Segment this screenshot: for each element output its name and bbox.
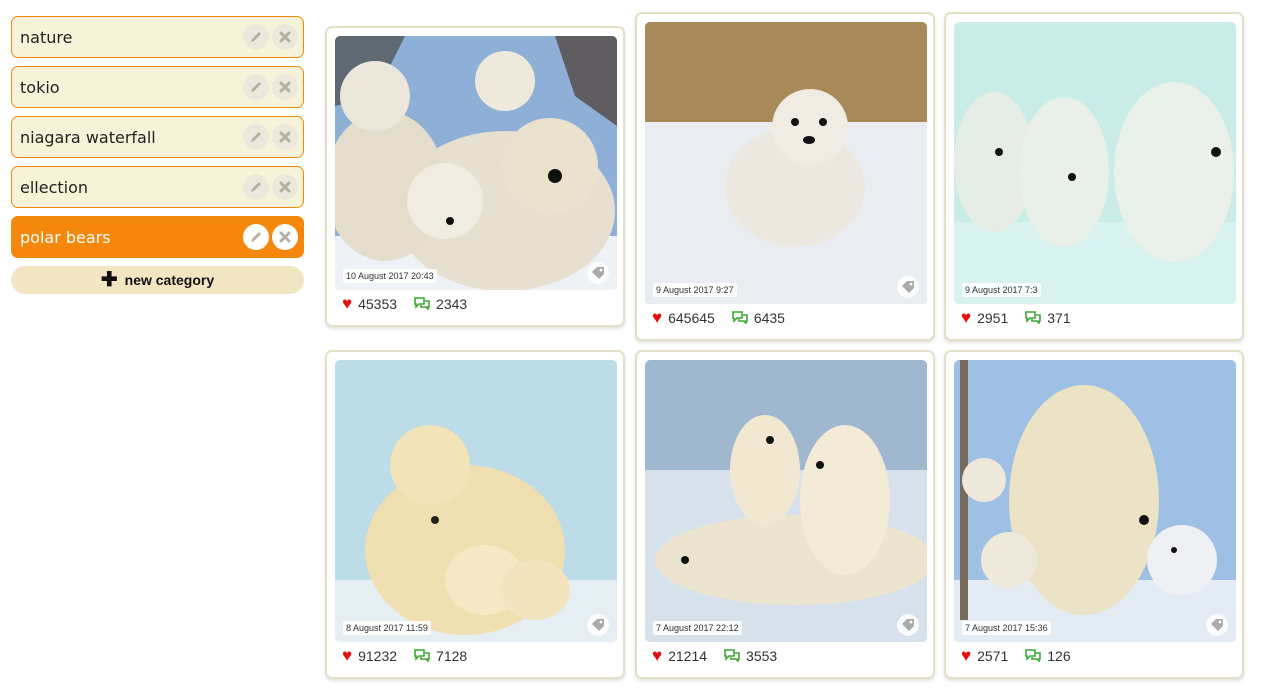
heart-icon[interactable]: ♥ xyxy=(652,646,662,666)
photo-image[interactable]: 10 August 2017 20:43 xyxy=(335,36,617,290)
heart-icon[interactable]: ♥ xyxy=(342,646,352,666)
pencil-icon[interactable] xyxy=(243,24,269,50)
pencil-icon[interactable] xyxy=(243,174,269,200)
photo-image[interactable]: 7 August 2017 22:12 xyxy=(645,360,927,642)
pencil-icon[interactable] xyxy=(243,124,269,150)
comment-count: 2343 xyxy=(436,296,468,312)
category-item-nature[interactable]: nature xyxy=(11,16,304,58)
post-date: 9 August 2017 7:3 xyxy=(962,283,1041,297)
post-date: 9 August 2017 9:27 xyxy=(653,283,737,297)
pencil-icon[interactable] xyxy=(243,224,269,250)
comments-icon[interactable] xyxy=(413,648,431,665)
post-stats: ♥ 2571 126 xyxy=(961,646,1071,666)
post-date: 10 August 2017 20:43 xyxy=(343,269,437,283)
like-count: 91232 xyxy=(358,648,398,664)
category-label: polar bears xyxy=(20,227,111,247)
photo-image[interactable]: 8 August 2017 11:59 xyxy=(335,360,617,642)
comments-icon[interactable] xyxy=(413,296,431,313)
post-stats: ♥ 2951 371 xyxy=(961,308,1071,328)
comment-count: 126 xyxy=(1047,648,1071,664)
category-item-niagara-waterfall[interactable]: niagara waterfall xyxy=(11,116,304,158)
comment-count: 6435 xyxy=(753,310,785,326)
close-icon[interactable] xyxy=(272,174,298,200)
plus-icon: ✚ xyxy=(100,269,118,291)
close-icon[interactable] xyxy=(272,74,298,100)
heart-icon[interactable]: ♥ xyxy=(961,308,971,328)
post-stats: ♥ 91232 7128 xyxy=(342,646,467,666)
photo-image[interactable]: 7 August 2017 15:36 xyxy=(954,360,1236,642)
new-category-label: new category xyxy=(124,272,215,288)
photo-card[interactable]: 8 August 2017 11:59 ♥ 91232 7128 xyxy=(325,350,625,679)
post-stats: ♥ 21214 3553 xyxy=(652,646,777,666)
category-label: niagara waterfall xyxy=(20,127,156,147)
like-count: 21214 xyxy=(668,648,708,664)
photo-card[interactable]: 7 August 2017 22:12 ♥ 21214 3553 xyxy=(635,350,935,679)
photo-card[interactable]: 9 August 2017 7:3 ♥ 2951 371 xyxy=(944,12,1244,341)
comments-icon[interactable] xyxy=(731,310,749,327)
category-sidebar: nature tokio niagara waterfall ellection… xyxy=(11,16,304,294)
heart-icon[interactable]: ♥ xyxy=(961,646,971,666)
category-label: tokio xyxy=(20,77,60,97)
category-item-tokio[interactable]: tokio xyxy=(11,66,304,108)
tag-icon[interactable] xyxy=(897,614,919,636)
tag-icon[interactable] xyxy=(587,614,609,636)
comment-count: 7128 xyxy=(436,648,468,664)
heart-icon[interactable]: ♥ xyxy=(342,294,352,314)
post-stats: ♥ 645645 6435 xyxy=(652,308,785,328)
category-item-ellection[interactable]: ellection xyxy=(11,166,304,208)
like-count: 45353 xyxy=(358,296,398,312)
pencil-icon[interactable] xyxy=(243,74,269,100)
comments-icon[interactable] xyxy=(1024,648,1042,665)
tag-icon[interactable] xyxy=(1206,614,1228,636)
new-category-button[interactable]: ✚ new category xyxy=(11,266,304,294)
post-date: 7 August 2017 22:12 xyxy=(653,621,742,635)
tag-icon[interactable] xyxy=(587,262,609,284)
close-icon[interactable] xyxy=(272,224,298,250)
like-count: 645645 xyxy=(668,310,715,326)
photo-card[interactable]: 7 August 2017 15:36 ♥ 2571 126 xyxy=(944,350,1244,679)
tag-icon[interactable] xyxy=(897,276,919,298)
comments-icon[interactable] xyxy=(723,648,741,665)
photo-image[interactable]: 9 August 2017 9:27 xyxy=(645,22,927,304)
post-stats: ♥ 45353 2343 xyxy=(342,294,467,314)
photo-card[interactable]: 10 August 2017 20:43 ♥ 45353 2343 xyxy=(325,26,625,327)
photo-image[interactable]: 9 August 2017 7:3 xyxy=(954,22,1236,304)
comment-count: 3553 xyxy=(746,648,778,664)
post-date: 8 August 2017 11:59 xyxy=(343,621,431,635)
like-count: 2571 xyxy=(977,648,1009,664)
close-icon[interactable] xyxy=(272,124,298,150)
heart-icon[interactable]: ♥ xyxy=(652,308,662,328)
category-label: ellection xyxy=(20,177,89,197)
photo-card[interactable]: 9 August 2017 9:27 ♥ 645645 6435 xyxy=(635,12,935,341)
comment-count: 371 xyxy=(1047,310,1071,326)
category-item-polar-bears[interactable]: polar bears xyxy=(11,216,304,258)
like-count: 2951 xyxy=(977,310,1009,326)
close-icon[interactable] xyxy=(272,24,298,50)
category-label: nature xyxy=(20,27,73,47)
post-date: 7 August 2017 15:36 xyxy=(962,621,1051,635)
comments-icon[interactable] xyxy=(1024,310,1042,327)
